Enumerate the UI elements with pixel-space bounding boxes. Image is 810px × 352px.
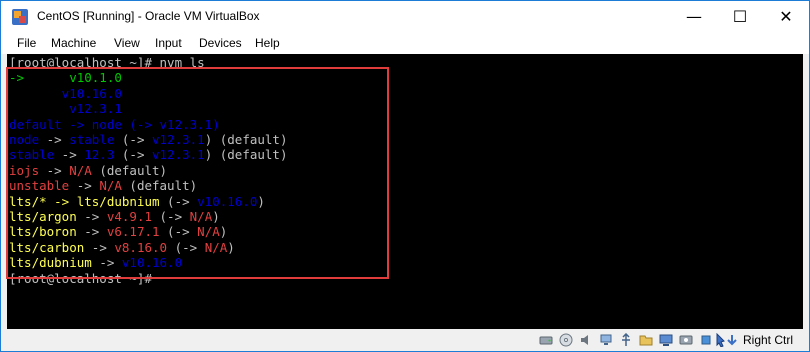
optical-drive-icon[interactable] <box>559 333 573 347</box>
display-icon[interactable] <box>659 333 673 347</box>
maximize-button[interactable]: ☐ <box>717 1 763 32</box>
menu-bar: File Machine View Input Devices Help <box>1 32 809 54</box>
shared-folders-icon[interactable] <box>639 333 653 347</box>
menu-machine[interactable]: Machine <box>51 36 96 50</box>
cpu-icon[interactable] <box>699 333 713 347</box>
menu-help[interactable]: Help <box>255 36 280 50</box>
audio-icon[interactable] <box>579 333 593 347</box>
usb-icon[interactable] <box>619 333 633 347</box>
hard-disk-icon[interactable] <box>539 333 553 347</box>
menu-view[interactable]: View <box>114 36 140 50</box>
highlight-box <box>6 67 389 279</box>
menu-input[interactable]: Input <box>155 36 182 50</box>
host-key-label[interactable]: Right Ctrl <box>743 333 793 347</box>
recording-icon[interactable] <box>679 333 693 347</box>
window-title: CentOS [Running] - Oracle VM VirtualBox <box>37 9 260 23</box>
status-bar: Right Ctrl <box>1 329 809 351</box>
network-icon[interactable] <box>599 333 613 347</box>
close-button[interactable]: ✕ <box>763 1 809 32</box>
keyboard-capture-icon[interactable] <box>725 333 739 347</box>
virtualbox-window: CentOS [Running] - Oracle VM VirtualBox … <box>0 0 810 352</box>
menu-devices[interactable]: Devices <box>199 36 242 50</box>
menu-file[interactable]: File <box>17 36 36 50</box>
title-bar[interactable]: CentOS [Running] - Oracle VM VirtualBox … <box>1 1 809 32</box>
minimize-button[interactable]: — <box>671 1 717 32</box>
virtualbox-app-icon <box>12 9 28 25</box>
